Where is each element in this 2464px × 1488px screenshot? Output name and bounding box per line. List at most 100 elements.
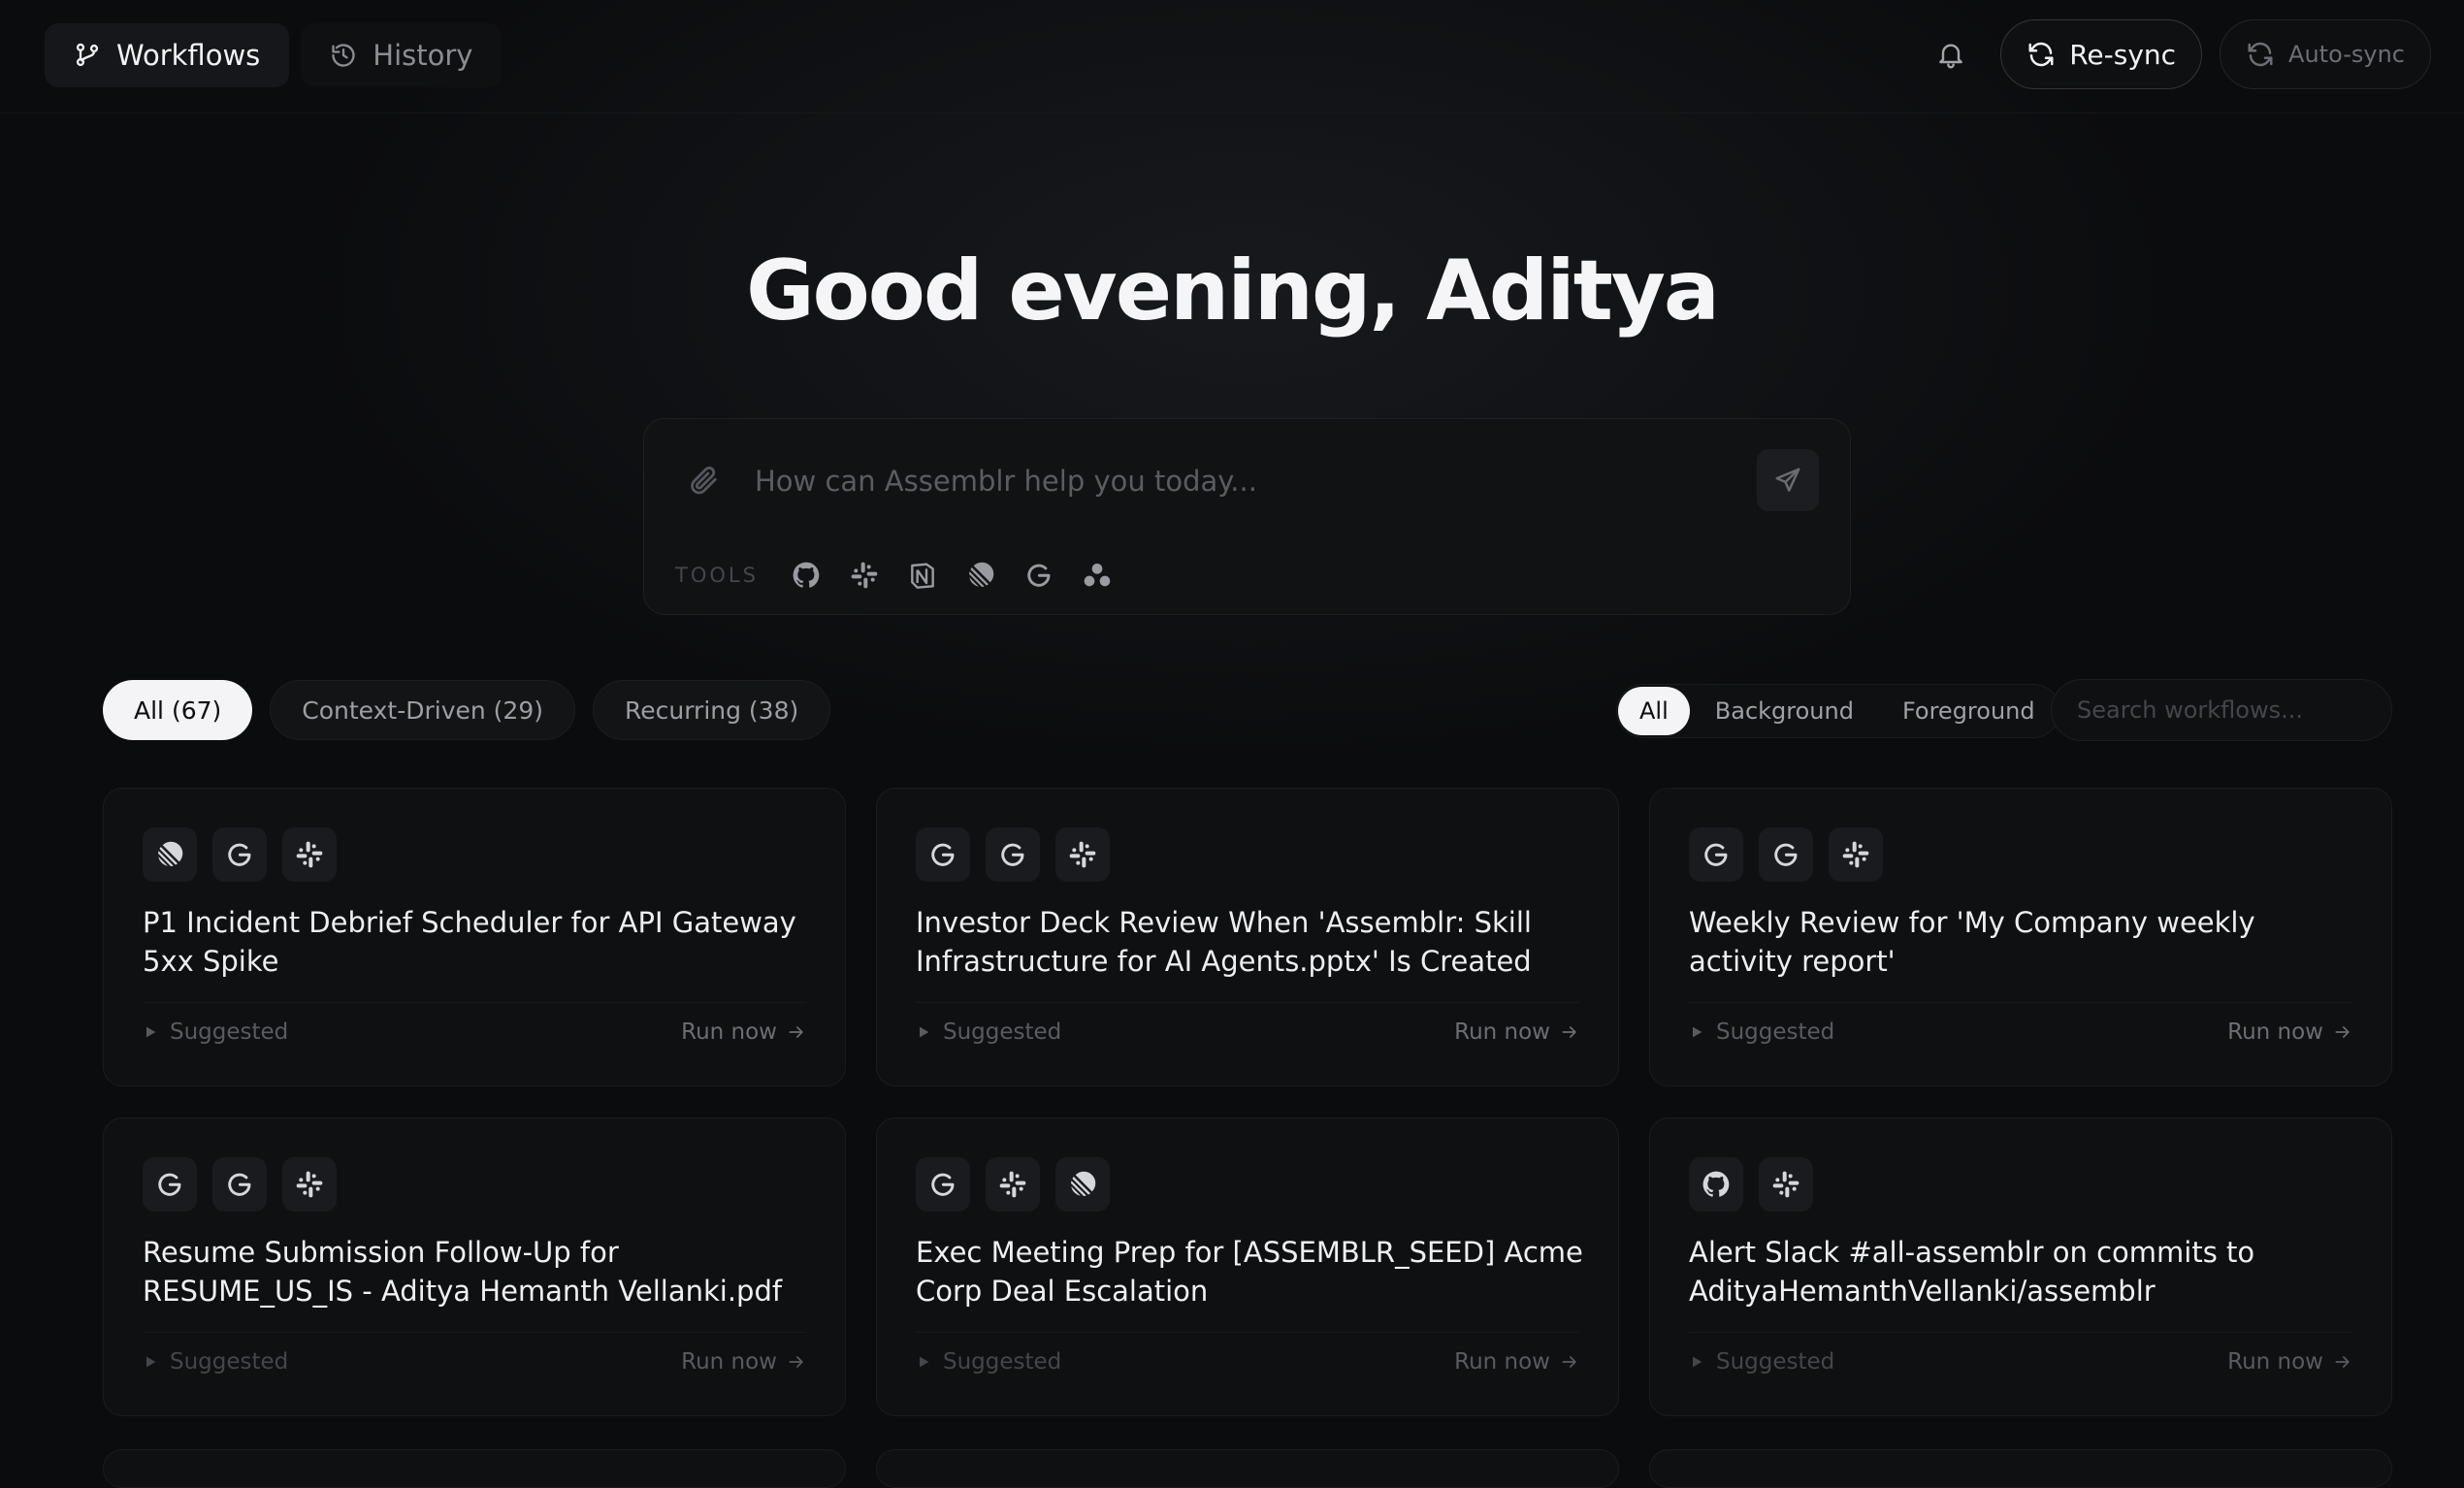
card-divider	[143, 1332, 806, 1333]
google-icon	[224, 1169, 255, 1200]
card-tool	[986, 827, 1040, 882]
card-tool	[916, 1157, 970, 1212]
category-filters: All (67) Context-Driven (29) Recurring (…	[103, 680, 831, 740]
run-now-button[interactable]: Run now	[681, 1349, 806, 1375]
slack-icon	[849, 560, 880, 591]
slack-icon	[1770, 1169, 1801, 1200]
tool-google[interactable]	[1019, 555, 1059, 596]
tab-workflows[interactable]: Workflows	[45, 23, 290, 87]
card-tool	[1689, 827, 1743, 882]
card-divider	[1689, 1002, 2352, 1003]
card-tool	[1055, 827, 1110, 882]
card-tool-icons	[1689, 827, 1883, 882]
workflow-card[interactable]: Weekly Review for 'My Company weekly act…	[1649, 788, 2392, 1086]
resync-label: Re-sync	[2069, 38, 2177, 71]
top-actions: Re-sync Auto-sync	[1919, 19, 2431, 89]
card-tool	[282, 827, 337, 882]
workflow-card[interactable]: Exec Meeting Prep for [ASSEMBLR_SEED] Ac…	[876, 1117, 1619, 1416]
google-icon	[927, 1169, 958, 1200]
workflow-card-partial[interactable]	[103, 1449, 846, 1488]
github-icon	[791, 560, 822, 591]
refresh-icon	[2026, 40, 2056, 69]
refresh-icon	[2246, 40, 2275, 69]
autosync-button[interactable]: Auto-sync	[2220, 19, 2431, 89]
tools-label: TOOLS	[675, 564, 759, 587]
tool-github[interactable]	[786, 555, 827, 596]
resync-button[interactable]: Re-sync	[2000, 19, 2203, 89]
workflow-card[interactable]: Alert Slack #all-assemblr on commits to …	[1649, 1117, 2392, 1416]
tool-linear[interactable]	[960, 555, 1001, 596]
run-now-button[interactable]: Run now	[2227, 1349, 2352, 1375]
card-divider	[1689, 1332, 2352, 1333]
history-icon	[330, 42, 357, 69]
slack-icon	[1067, 839, 1098, 870]
card-status-label: Suggested	[1716, 1019, 1835, 1045]
tool-slack[interactable]	[844, 555, 885, 596]
card-title: Investor Deck Review When 'Assemblr: Ski…	[916, 906, 1532, 978]
card-status: Suggested	[143, 1349, 288, 1375]
card-status: Suggested	[1689, 1349, 1834, 1375]
card-status: Suggested	[1689, 1019, 1834, 1045]
run-now-label: Run now	[681, 1349, 777, 1375]
run-now-button[interactable]: Run now	[681, 1019, 806, 1045]
tab-history[interactable]: History	[301, 23, 503, 87]
google-icon	[224, 839, 255, 870]
workflow-card-partial[interactable]	[876, 1449, 1619, 1488]
run-now-label: Run now	[1454, 1349, 1550, 1375]
mode-all[interactable]: All	[1618, 687, 1690, 735]
filter-context-driven[interactable]: Context-Driven (29)	[270, 680, 575, 740]
send-button[interactable]	[1757, 449, 1819, 511]
attach-icon[interactable]	[688, 464, 721, 497]
card-tool	[1055, 1157, 1110, 1212]
play-icon	[1689, 1354, 1704, 1370]
card-title: Weekly Review for 'My Company weekly act…	[1689, 906, 2255, 978]
tool-notion[interactable]	[902, 555, 943, 596]
nav-tabs: Workflows History	[45, 23, 503, 87]
slack-icon	[1840, 839, 1871, 870]
linear-icon	[1067, 1169, 1098, 1200]
run-now-button[interactable]: Run now	[2227, 1019, 2352, 1045]
github-icon	[1701, 1169, 1732, 1200]
autosync-label: Auto-sync	[2288, 41, 2405, 68]
filter-all[interactable]: All (67)	[103, 680, 253, 740]
run-now-button[interactable]: Run now	[1454, 1349, 1579, 1375]
arrow-right-icon	[787, 1022, 806, 1042]
greeting-title: Good evening, Aditya	[746, 243, 1720, 340]
card-tool	[1759, 827, 1813, 882]
notifications-button[interactable]	[1919, 19, 1983, 89]
card-divider	[916, 1332, 1579, 1333]
linear-icon	[154, 839, 185, 870]
run-now-button[interactable]: Run now	[1454, 1019, 1579, 1045]
card-tool	[1829, 827, 1883, 882]
google-icon	[1770, 839, 1801, 870]
google-icon	[997, 839, 1028, 870]
tools-row: TOOLS	[675, 555, 1118, 596]
workflow-card[interactable]: Investor Deck Review When 'Assemblr: Ski…	[876, 788, 1619, 1086]
card-title: Resume Submission Follow-Up for RESUME_U…	[143, 1236, 783, 1308]
arrow-right-icon	[1560, 1352, 1579, 1372]
card-status: Suggested	[143, 1019, 288, 1045]
run-now-label: Run now	[2227, 1349, 2323, 1375]
git-branch-icon	[74, 42, 101, 69]
card-tool	[1689, 1157, 1743, 1212]
filter-recurring[interactable]: Recurring (38)	[592, 680, 831, 740]
card-tool	[212, 1157, 267, 1212]
mode-background[interactable]: Background	[1692, 687, 1877, 735]
card-title: Alert Slack #all-assemblr on commits to …	[1689, 1236, 2255, 1308]
card-status-label: Suggested	[943, 1019, 1062, 1045]
workflow-card-partial[interactable]	[1649, 1449, 2392, 1488]
mode-foreground[interactable]: Foreground	[1879, 687, 2059, 735]
arrow-right-icon	[1560, 1022, 1579, 1042]
workflow-card[interactable]: P1 Incident Debrief Scheduler for API Ga…	[103, 788, 846, 1086]
card-tool-icons	[916, 1157, 1110, 1212]
prompt-composer: TOOLS	[643, 418, 1851, 615]
arrow-right-icon	[2333, 1022, 2352, 1042]
workflow-card[interactable]: Resume Submission Follow-Up for RESUME_U…	[103, 1117, 846, 1416]
play-icon	[916, 1354, 931, 1370]
card-tool	[282, 1157, 337, 1212]
tool-asana[interactable]	[1077, 555, 1118, 596]
card-tool-icons	[916, 827, 1110, 882]
card-tool	[143, 827, 197, 882]
search-workflows-input[interactable]	[2051, 679, 2392, 741]
prompt-input[interactable]	[753, 456, 1610, 506]
